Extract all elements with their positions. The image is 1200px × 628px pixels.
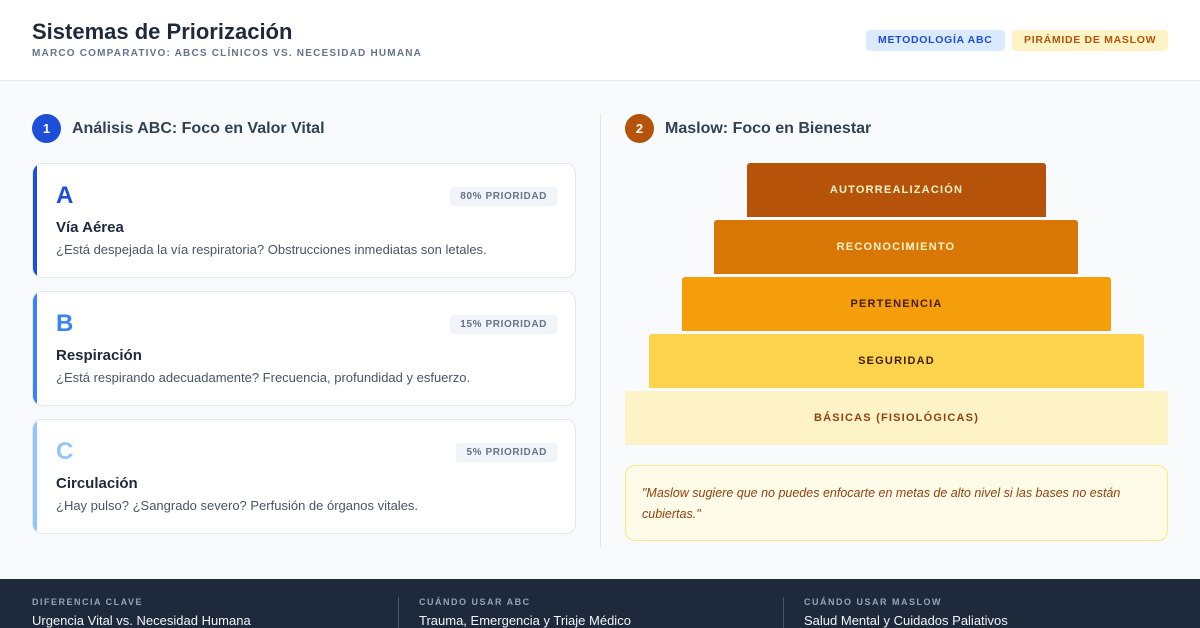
pyramid-level-esteem: RECONOCIMIENTO [714, 220, 1078, 274]
maslow-section-header: 2 Maslow: Foco en Bienestar [625, 114, 871, 143]
section-divider [600, 114, 601, 547]
card-letter: C [56, 438, 74, 465]
priority-badge: 15% PRIORIDAD [450, 315, 557, 334]
footer-label: CUÁNDO USAR ABC [419, 597, 531, 607]
abc-card-c: C 5% PRIORIDAD Circulación ¿Hay pulso? ¿… [32, 419, 576, 534]
footer-key-difference: DIFERENCIA CLAVE Urgencia Vital vs. Nece… [32, 597, 251, 628]
abc-card-a: A 80% PRIORIDAD Vía Aérea ¿Está despejad… [32, 163, 576, 278]
card-description: ¿Hay pulso? ¿Sangrado severo? Perfusión … [56, 498, 419, 513]
card-accent-bar [33, 164, 37, 277]
pyramid-level-belonging: PERTENENCIA [682, 277, 1111, 331]
page-title: Sistemas de Priorización [32, 19, 293, 44]
footer-label: CUÁNDO USAR MASLOW [804, 597, 942, 607]
footer-value: Salud Mental y Cuidados Paliativos [804, 613, 1008, 628]
priority-badge: 5% PRIORIDAD [456, 443, 557, 462]
card-letter: A [56, 182, 74, 209]
priority-badge: 80% PRIORIDAD [450, 187, 557, 206]
footer-value: Trauma, Emergencia y Triaje Médico [419, 613, 631, 628]
page-header: Sistemas de Priorización MARCO COMPARATI… [0, 0, 1200, 81]
card-accent-bar [33, 292, 37, 405]
card-description: ¿Está respirando adecuadamente? Frecuenc… [56, 370, 471, 385]
maslow-section-number: 2 [625, 114, 654, 143]
footer-label: DIFERENCIA CLAVE [32, 597, 144, 607]
page-subtitle: MARCO COMPARATIVO: ABCS CLÍNICOS VS. NEC… [32, 48, 423, 59]
card-description: ¿Está despejada la vía respiratoria? Obs… [56, 242, 487, 257]
card-accent-bar [33, 420, 37, 533]
card-title: Vía Aérea [56, 219, 124, 236]
card-title: Respiración [56, 347, 142, 364]
maslow-quote: "Maslow sugiere que no puedes enfocarte … [625, 465, 1168, 541]
tag-abc-methodology: METODOLOGÍA ABC [866, 30, 1005, 51]
abc-section-number: 1 [32, 114, 61, 143]
pyramid-level-safety: SEGURIDAD [649, 334, 1144, 388]
footer-value: Urgencia Vital vs. Necesidad Humana [32, 613, 251, 628]
pyramid-level-self-actualization: AUTORREALIZACIÓN [747, 163, 1046, 217]
card-letter: B [56, 310, 74, 337]
abc-section-title: Análisis ABC: Foco en Valor Vital [72, 119, 325, 137]
maslow-section-title: Maslow: Foco en Bienestar [665, 119, 872, 137]
pyramid-level-physiological: BÁSICAS (FISIOLÓGICAS) [625, 391, 1168, 445]
footer-when-abc: CUÁNDO USAR ABC Trauma, Emergencia y Tri… [398, 597, 631, 628]
footer-when-maslow: CUÁNDO USAR MASLOW Salud Mental y Cuidad… [783, 597, 1008, 628]
page-footer: DIFERENCIA CLAVE Urgencia Vital vs. Nece… [0, 579, 1200, 628]
card-title: Circulación [56, 475, 138, 492]
abc-card-b: B 15% PRIORIDAD Respiración ¿Está respir… [32, 291, 576, 406]
tag-maslow-pyramid: PIRÁMIDE DE MASLOW [1012, 30, 1169, 51]
abc-section-header: 1 Análisis ABC: Foco en Valor Vital [32, 114, 325, 143]
